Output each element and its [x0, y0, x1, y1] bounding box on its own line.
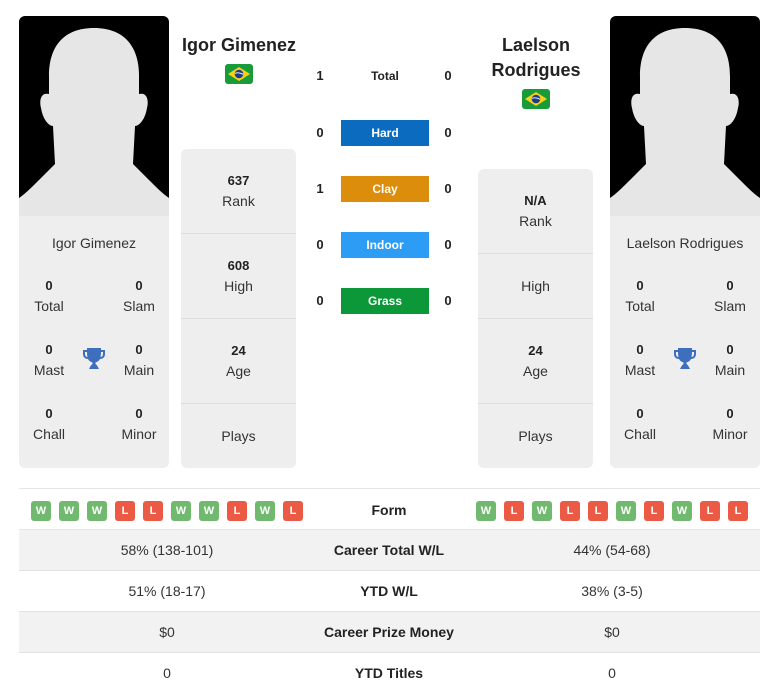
- silhouette-icon: [610, 28, 760, 216]
- ytd-wl-label: YTD W/L: [360, 583, 418, 599]
- player2-titles-minor: 0 Minor: [712, 406, 748, 442]
- h2h-clay-p1: 1: [316, 181, 324, 196]
- player2-stats: N/A Rank High 24 Age Plays: [478, 169, 593, 468]
- h2h-clay-p2: 0: [444, 181, 452, 196]
- player2-titles-chall: 0 Chall: [624, 406, 656, 442]
- h2h-total-label: Total: [371, 69, 399, 83]
- player2-plays: Plays: [518, 428, 553, 444]
- player1-form-badge-loss: L: [283, 501, 303, 521]
- silhouette-icon: [19, 28, 169, 216]
- player1-form-badge-loss: L: [143, 501, 163, 521]
- player1-rank: 637 Rank: [181, 149, 296, 234]
- player1-titles-total: 0 Total: [34, 278, 64, 314]
- player1-stats: 637 Rank 608 High 24 Age Plays: [181, 149, 296, 468]
- form-row: WWWLLWWLWL Form WLWLLWLWLL: [19, 488, 760, 530]
- player2-form-badge-loss: L: [588, 501, 608, 521]
- form-label: Form: [371, 502, 407, 518]
- player1-titles-slam: 0 Slam: [123, 278, 155, 314]
- player1-form-badge-win: W: [59, 501, 79, 521]
- player1-plays: Plays: [221, 428, 256, 444]
- h2h-hard-row: 0 Hard 0: [310, 120, 460, 146]
- player1-form-badge-win: W: [199, 501, 219, 521]
- h2h-indoor-p1: 0: [316, 237, 324, 252]
- player1-prize-money: $0: [159, 624, 175, 640]
- player2-header: Laelson Rodrigues: [466, 33, 606, 109]
- h2h-total-p1: 1: [316, 68, 324, 83]
- brazil-flag-icon: [225, 64, 253, 84]
- player1-form-badge-win: W: [171, 501, 191, 521]
- h2h-indoor-row: 0 Indoor 0: [310, 232, 460, 258]
- brazil-flag-icon: [522, 89, 550, 109]
- surface-hard-button[interactable]: Hard: [341, 120, 429, 146]
- player1-form-badge-win: W: [31, 501, 51, 521]
- player2-prize-money: $0: [604, 624, 620, 640]
- h2h-clay-row: 1 Clay 0: [310, 176, 460, 202]
- player2-name-link[interactable]: Laelson Rodrigues: [466, 33, 606, 83]
- player2-high: High: [478, 254, 593, 319]
- player1-titles-minor: 0 Minor: [121, 406, 157, 442]
- prize-money-label: Career Prize Money: [324, 624, 454, 640]
- player1-card-name: Igor Gimenez: [51, 235, 137, 251]
- player2-form-badge-loss: L: [560, 501, 580, 521]
- player1-career-wl: 58% (138-101): [120, 542, 214, 558]
- h2h-indoor-p2: 0: [444, 237, 452, 252]
- h2h-total-p2: 0: [444, 68, 452, 83]
- player2-form-badge-win: W: [532, 501, 552, 521]
- player2-form-badge-loss: L: [728, 501, 748, 521]
- comparison-row-prize-money: $0 Career Prize Money $0: [19, 612, 760, 653]
- comparison-row-ytd-titles: 0 YTD Titles 0: [19, 653, 760, 694]
- h2h-grass-row: 0 Grass 0: [310, 288, 460, 314]
- player1-titles-chall: 0 Chall: [33, 406, 65, 442]
- player1-photo: [19, 16, 169, 216]
- player2-form-badge-loss: L: [644, 501, 664, 521]
- player2-form-badge-win: W: [672, 501, 692, 521]
- player2-titles-total: 0 Total: [625, 278, 655, 314]
- career-wl-label: Career Total W/L: [333, 542, 445, 558]
- h2h-grass-p1: 0: [316, 293, 324, 308]
- player2-form-badge-win: W: [616, 501, 636, 521]
- player1-form-badge-loss: L: [115, 501, 135, 521]
- player2-form-badge-loss: L: [700, 501, 720, 521]
- player2-ytd-wl: 38% (3-5): [581, 583, 643, 599]
- h2h-grass-p2: 0: [444, 293, 452, 308]
- h2h-hard-p1: 0: [316, 125, 324, 140]
- player1-ytd-wl: 51% (18-17): [128, 583, 206, 599]
- player1-form-badge-win: W: [255, 501, 275, 521]
- player2-card: Laelson Rodrigues 0 Total 0 Slam 0 Mast …: [610, 16, 760, 468]
- player2-titles-mast: 0 Mast: [624, 342, 656, 378]
- player2-form-badge-loss: L: [504, 501, 524, 521]
- player1-titles-main: 0 Main: [123, 342, 155, 378]
- h2h-hard-p2: 0: [444, 125, 452, 140]
- comparison-row-career-wl: 58% (138-101) Career Total W/L 44% (54-6…: [19, 530, 760, 571]
- surface-clay-button[interactable]: Clay: [341, 176, 429, 202]
- trophy-icon: [674, 348, 696, 369]
- player1-header: Igor Gimenez: [169, 33, 309, 84]
- player2-photo: [610, 16, 760, 216]
- player1-card: Igor Gimenez 0 Total 0 Slam 0 Mast 0 Mai…: [19, 16, 169, 468]
- player1-form-badge-win: W: [87, 501, 107, 521]
- player2-form-badge-win: W: [476, 501, 496, 521]
- comparison-row-ytd-wl: 51% (18-17) YTD W/L 38% (3-5): [19, 571, 760, 612]
- player1-name-link[interactable]: Igor Gimenez: [169, 33, 309, 58]
- trophy-icon: [83, 348, 105, 369]
- surface-indoor-button[interactable]: Indoor: [341, 232, 429, 258]
- player2-titles-main: 0 Main: [714, 342, 746, 378]
- player2-career-wl: 44% (54-68): [573, 542, 651, 558]
- player1-high: 608 High: [181, 234, 296, 319]
- player1-titles-mast: 0 Mast: [33, 342, 65, 378]
- player1-form-badge-loss: L: [227, 501, 247, 521]
- player1-ytd-titles: 0: [163, 665, 171, 681]
- h2h-total-row: 1 Total 0: [310, 63, 460, 89]
- player2-rank: N/A Rank: [478, 169, 593, 254]
- player2-card-name: Laelson Rodrigues: [626, 235, 744, 251]
- ytd-titles-label: YTD Titles: [354, 665, 424, 681]
- player2-ytd-titles: 0: [608, 665, 616, 681]
- player2-titles-slam: 0 Slam: [714, 278, 746, 314]
- player1-age: 24 Age: [181, 319, 296, 404]
- player2-age: 24 Age: [478, 319, 593, 404]
- surface-grass-button[interactable]: Grass: [341, 288, 429, 314]
